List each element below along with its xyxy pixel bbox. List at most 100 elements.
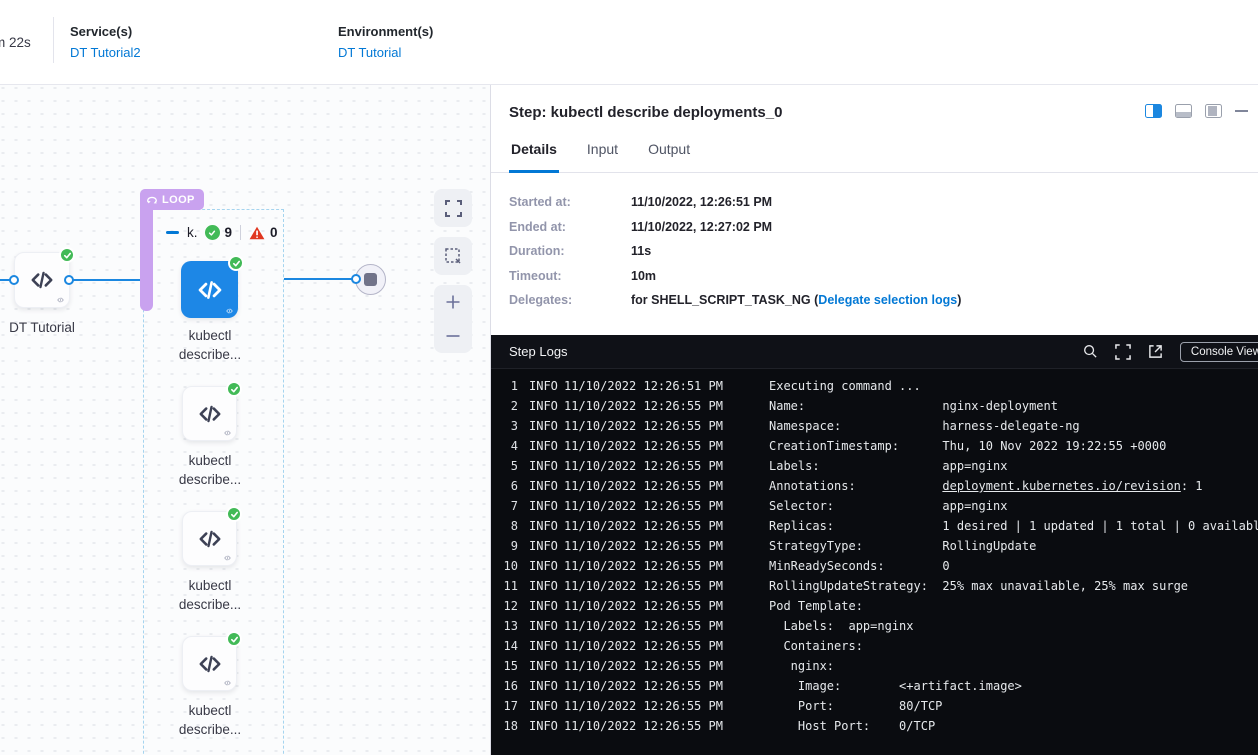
node-label: kubectl describe... xyxy=(155,326,265,364)
marquee-select-button[interactable] xyxy=(434,237,472,275)
node-dt-tutorial[interactable] xyxy=(14,252,70,308)
log-lines[interactable]: 1INFO11/10/2022 12:26:51 PMExecuting com… xyxy=(491,368,1258,755)
log-line: 8INFO11/10/2022 12:26:55 PMReplicas: 1 d… xyxy=(491,516,1258,536)
log-line: 14INFO11/10/2022 12:26:55 PM Containers: xyxy=(491,636,1258,656)
open-in-new-icon[interactable] xyxy=(1148,344,1163,359)
node-kubectl-describe[interactable] xyxy=(182,511,237,566)
connector-in[interactable] xyxy=(9,275,19,285)
edge-loop-to-end xyxy=(284,278,356,280)
minus-icon xyxy=(445,334,461,338)
elapsed-time: m 22s xyxy=(0,35,31,50)
warning-icon xyxy=(249,226,265,240)
detail-label: Started at: xyxy=(509,195,631,211)
delegates-prefix: for SHELL_SCRIPT_TASK_NG ( xyxy=(631,293,818,307)
code-icon xyxy=(197,526,223,552)
loop-icon xyxy=(146,195,158,205)
detail-value: 11/10/2022, 12:26:51 PM xyxy=(631,195,772,211)
layout-split-view-icon[interactable] xyxy=(1145,104,1162,118)
fullscreen-icon xyxy=(445,200,462,217)
detail-row: Started at: 11/10/2022, 12:26:51 PM xyxy=(509,195,1240,211)
log-line: 18INFO11/10/2022 12:26:55 PM Host Port: … xyxy=(491,716,1258,736)
environment-link[interactable]: DT Tutorial xyxy=(338,45,433,60)
code-corner-icon xyxy=(223,554,232,562)
log-line: 17INFO11/10/2022 12:26:55 PM Port: 80/TC… xyxy=(491,696,1258,716)
success-badge xyxy=(226,506,242,522)
code-icon xyxy=(197,651,223,677)
log-line: 10INFO11/10/2022 12:26:55 PMMinReadySeco… xyxy=(491,556,1258,576)
tab-output[interactable]: Output xyxy=(646,141,692,172)
delegates-suffix: ) xyxy=(957,293,961,307)
success-count: 9 xyxy=(225,225,233,240)
success-badge xyxy=(59,247,75,263)
tab-input[interactable]: Input xyxy=(585,141,620,172)
details-section: Started at: 11/10/2022, 12:26:51 PM Ende… xyxy=(491,173,1258,335)
stage-name: k. xyxy=(187,225,198,240)
fullscreen-logs-icon[interactable] xyxy=(1115,344,1131,360)
layout-bottom-view-icon[interactable] xyxy=(1175,104,1192,118)
loop-badge[interactable]: LOOP xyxy=(140,189,204,210)
detail-label: Ended at: xyxy=(509,220,631,236)
service-block: Service(s) DT Tutorial2 xyxy=(70,24,141,60)
service-label: Service(s) xyxy=(70,24,141,39)
panel-layout-controls xyxy=(1145,104,1248,118)
step-tabs: Details Input Output xyxy=(491,141,1258,173)
log-line: 3INFO11/10/2022 12:26:55 PMNamespace: ha… xyxy=(491,416,1258,436)
detail-row-delegates: Delegates: for SHELL_SCRIPT_TASK_NG (Del… xyxy=(509,293,1240,309)
pipeline-canvas[interactable]: LOOP k. 9 0 DT T xyxy=(0,85,490,755)
log-line: 9INFO11/10/2022 12:26:55 PMStrategyType:… xyxy=(491,536,1258,556)
node-kubectl-describe[interactable] xyxy=(182,636,237,691)
stop-icon xyxy=(364,273,377,286)
node-kubectl-describe[interactable] xyxy=(182,386,237,441)
step-logs-section: Step Logs Console View 1INFO xyxy=(491,335,1258,755)
layout-right-view-icon[interactable] xyxy=(1205,104,1222,118)
zoom-in-button[interactable] xyxy=(434,287,472,317)
environment-block: Environment(s) DT Tutorial xyxy=(338,24,433,60)
detail-row: Ended at: 11/10/2022, 12:27:02 PM xyxy=(509,220,1240,236)
detail-value: 11s xyxy=(631,244,651,260)
connector-out[interactable] xyxy=(64,275,74,285)
node-label: DT Tutorial xyxy=(0,318,97,337)
header-divider xyxy=(53,17,54,63)
zoom-out-button[interactable] xyxy=(434,321,472,351)
log-line: 13INFO11/10/2022 12:26:55 PM Labels: app… xyxy=(491,616,1258,636)
success-badge xyxy=(226,381,242,397)
log-line: 5INFO11/10/2022 12:26:55 PMLabels: app=n… xyxy=(491,456,1258,476)
log-line: 4INFO11/10/2022 12:26:55 PMCreationTimes… xyxy=(491,436,1258,456)
code-corner-icon xyxy=(225,307,234,315)
success-count-icon xyxy=(205,225,220,240)
detail-row: Timeout: 10m xyxy=(509,269,1240,285)
node-label: kubectldescribe... xyxy=(155,451,265,489)
log-line: 6INFO11/10/2022 12:26:55 PMAnnotations: … xyxy=(491,476,1258,496)
fit-to-screen-button[interactable] xyxy=(434,189,472,227)
plus-icon xyxy=(445,294,461,310)
marquee-icon xyxy=(444,247,462,265)
stage-header: k. 9 0 xyxy=(166,225,278,240)
failed-count: 0 xyxy=(270,225,278,240)
console-view-button[interactable]: Console View xyxy=(1180,342,1258,362)
detail-row: Duration: 11s xyxy=(509,244,1240,260)
log-line: 15INFO11/10/2022 12:26:55 PM nginx: xyxy=(491,656,1258,676)
connector-end[interactable] xyxy=(351,274,361,284)
edge-start-to-loop xyxy=(68,279,143,281)
log-link[interactable]: deployment.kubernetes.io/revision xyxy=(942,479,1180,493)
code-icon xyxy=(196,276,224,304)
code-icon xyxy=(197,401,223,427)
detail-value: for SHELL_SCRIPT_TASK_NG (Delegate selec… xyxy=(631,293,961,309)
collapse-icon[interactable] xyxy=(166,231,179,234)
success-badge xyxy=(226,631,242,647)
minimize-icon[interactable] xyxy=(1235,110,1248,112)
detail-label: Duration: xyxy=(509,244,631,260)
zoom-controls xyxy=(434,285,472,353)
code-corner-icon xyxy=(223,429,232,437)
step-logs-title: Step Logs xyxy=(509,344,568,359)
log-line: 12INFO11/10/2022 12:26:55 PMPod Template… xyxy=(491,596,1258,616)
service-link[interactable]: DT Tutorial2 xyxy=(70,45,141,60)
search-icon[interactable] xyxy=(1083,344,1098,359)
tab-details[interactable]: Details xyxy=(509,141,559,173)
success-badge xyxy=(228,255,244,271)
node-kubectl-describe-selected[interactable] xyxy=(181,261,238,318)
code-corner-icon xyxy=(223,679,232,687)
delegate-selection-logs-link[interactable]: Delegate selection logs xyxy=(818,293,957,307)
execution-header: m 22s Service(s) DT Tutorial2 Environmen… xyxy=(0,0,1258,84)
log-line: 2INFO11/10/2022 12:26:55 PMName: nginx-d… xyxy=(491,396,1258,416)
